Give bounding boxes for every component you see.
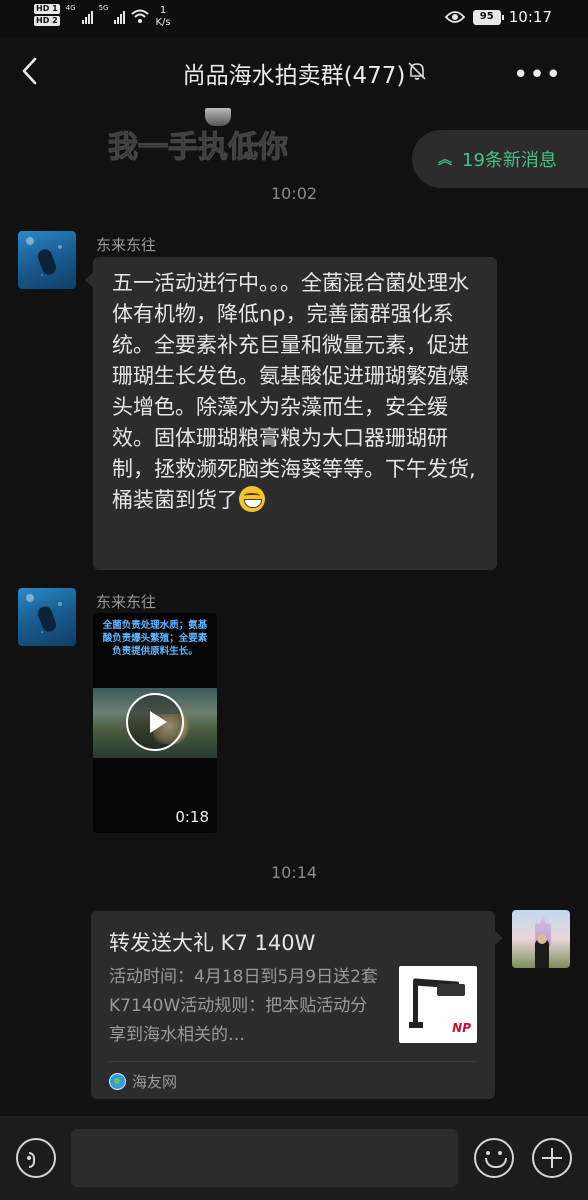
wifi-icon — [131, 9, 150, 23]
link-card-source: 海友网 — [109, 1071, 177, 1092]
link-card[interactable]: 转发送大礼 K7 140W 活动时间：4月18日到5月9日送2套K7140W活动… — [91, 911, 503, 1099]
chat-messages[interactable]: 我一手执低你 ︽ 19条新消息 10:02 东来东往 五一活动进行中。。。全菌混… — [0, 106, 588, 1116]
voice-icon[interactable] — [16, 1138, 56, 1178]
sim2-badge: HD 2 — [34, 16, 60, 26]
net-speed-value: 1 — [159, 5, 167, 16]
message-input[interactable] — [71, 1129, 458, 1187]
sender-name: 东来东往 — [96, 593, 157, 611]
signal-icon — [81, 10, 93, 24]
text-message-bubble[interactable]: 五一活动进行中。。。全菌混合菌处理水体有机物，降低np，完善菌群强化系统。全要素… — [85, 257, 497, 570]
link-card-title: 转发送大礼 K7 140W — [109, 931, 316, 955]
new-messages-label: 19条新消息 — [462, 150, 557, 171]
title-wrap: 尚品海水拍卖群(477) — [0, 56, 588, 90]
avatar[interactable] — [18, 588, 76, 646]
status-right: 95 10:17 — [444, 8, 552, 26]
plus-icon[interactable] — [532, 1138, 572, 1178]
status-bar: HD 1 HD 2 4G 5G 1 K/s 95 10:17 — [0, 0, 588, 38]
avatar[interactable] — [18, 231, 76, 289]
signal-icon-2 — [114, 10, 126, 24]
chat-header: 尚品海水拍卖群(477) ••• — [0, 38, 588, 106]
timestamp: 10:02 — [270, 184, 318, 203]
net-speed-unit: K/s — [155, 17, 171, 28]
eye-icon — [444, 11, 465, 23]
grinning-face-icon — [239, 486, 265, 512]
status-time: 10:17 — [508, 8, 552, 26]
sticker-message[interactable]: 我一手执低你 — [108, 108, 308, 166]
message-text: 五一活动进行中。。。全菌混合菌处理水体有机物，降低np，完善菌群强化系统。全要素… — [93, 257, 497, 528]
source-app-icon — [109, 1073, 126, 1090]
timestamp: 10:14 — [270, 863, 318, 882]
battery-icon: 95 — [472, 9, 504, 25]
network-type-1: 4G — [65, 4, 76, 12]
video-duration: 0:18 — [175, 808, 209, 826]
more-icon[interactable]: ••• — [513, 60, 562, 90]
message-text-content: 五一活动进行中。。。全菌混合菌处理水体有机物，降低np，完善菌群强化系统。全要素… — [112, 271, 476, 512]
video-message[interactable]: 全菌负责处理水质；氨基酸负责爆头繁殖；全要素负责提供原料生长。 0:18 — [93, 613, 217, 833]
my-avatar[interactable] — [512, 910, 570, 968]
status-left: HD 1 HD 2 4G 5G 1 K/s — [34, 4, 171, 29]
thumbnail-logo: NP — [452, 1021, 471, 1035]
new-messages-button[interactable]: ︽ 19条新消息 — [412, 130, 588, 188]
play-icon[interactable] — [126, 693, 184, 751]
chat-title[interactable]: 尚品海水拍卖群(477) — [183, 63, 406, 89]
sender-name: 东来东往 — [96, 236, 157, 254]
double-chevron-up-icon: ︽ — [438, 152, 452, 168]
sticker-text: 我一手执低你 — [108, 130, 289, 166]
source-name: 海友网 — [132, 1073, 178, 1091]
link-card-description: 活动时间：4月18日到5月9日送2套K7140W活动规则：把本贴活动分享到海水相… — [109, 967, 378, 1045]
input-bar — [0, 1116, 588, 1200]
video-caption: 全菌负责处理水质；氨基酸负责爆头繁殖；全要素负责提供原料生长。 — [102, 620, 208, 657]
sim1-badge: HD 1 — [34, 4, 60, 14]
card-divider — [109, 1061, 477, 1062]
emoji-icon[interactable] — [474, 1138, 514, 1178]
mute-bell-icon — [408, 62, 426, 80]
link-card-thumbnail: NP — [399, 966, 477, 1043]
network-type-2: 5G — [98, 4, 109, 12]
